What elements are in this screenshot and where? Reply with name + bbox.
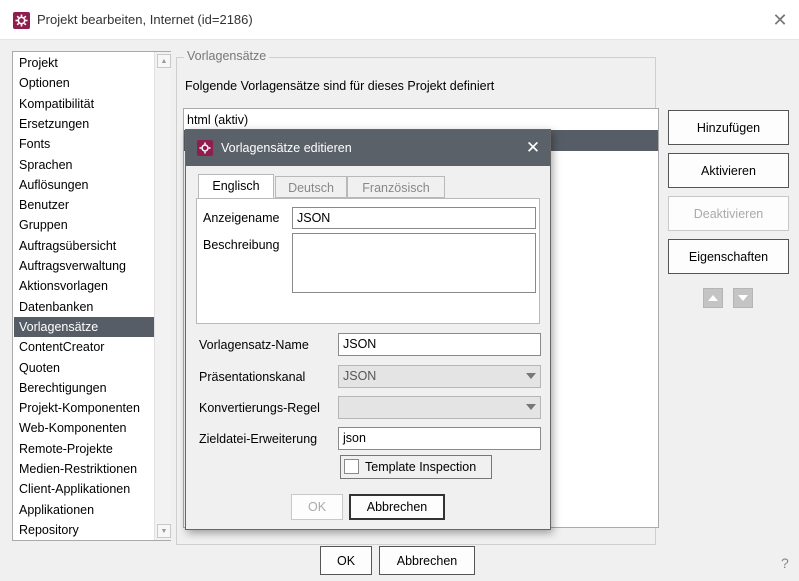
conversion-rule-select[interactable]: [338, 396, 541, 419]
nav-item[interactable]: Quoten: [14, 358, 154, 378]
window-close-icon[interactable]: ✕: [768, 8, 792, 32]
deactivate-button[interactable]: Deaktivieren: [668, 196, 789, 231]
chevron-down-icon: [526, 404, 536, 410]
template-inspection-checkbox[interactable]: [344, 459, 359, 474]
nav-item[interactable]: Gruppen: [14, 215, 154, 235]
nav-scrollbar[interactable]: ▲ ▼: [154, 52, 171, 540]
group-description: Folgende Vorlagensätze sind für dieses P…: [185, 79, 495, 93]
nav-item[interactable]: Applikationen: [14, 500, 154, 520]
tab-franzoesisch[interactable]: Französisch: [347, 176, 445, 198]
conversion-rule-label: Konvertierungs-Regel: [199, 401, 320, 415]
nav-item[interactable]: Kompatibilität: [14, 94, 154, 114]
nav-item[interactable]: Datenbanken: [14, 297, 154, 317]
channel-select[interactable]: JSON: [338, 365, 541, 388]
dialog-title: Vorlagensätze editieren: [221, 141, 352, 155]
move-down-icon[interactable]: [733, 288, 753, 308]
dialog-ok-button[interactable]: OK: [291, 494, 343, 520]
nav-item[interactable]: Client-Applikationen: [14, 479, 154, 499]
window-title: Projekt bearbeiten, Internet (id=2186): [37, 12, 253, 27]
nav-item[interactable]: Repository: [14, 520, 154, 540]
nav-item[interactable]: Vorlagensätze: [14, 316, 154, 337]
template-set-row[interactable]: html (aktiv): [184, 110, 658, 131]
description-textarea[interactable]: [292, 233, 536, 293]
scroll-down-icon[interactable]: ▼: [157, 524, 171, 538]
nav-item[interactable]: Remote-Projekte: [14, 439, 154, 459]
app-gear-icon: [13, 12, 30, 29]
nav-item[interactable]: Auftragsverwaltung: [14, 256, 154, 276]
nav-item[interactable]: Projekt: [14, 53, 154, 73]
add-button[interactable]: Hinzufügen: [668, 110, 789, 145]
dialog-close-icon[interactable]: ✕: [522, 137, 544, 159]
tab-englisch[interactable]: Englisch: [198, 174, 274, 199]
nav-item[interactable]: Web-Komponenten: [14, 418, 154, 438]
scroll-up-icon[interactable]: ▲: [157, 54, 171, 68]
help-icon[interactable]: ?: [781, 555, 789, 571]
settings-nav-list: ▲ ▼ Projekt Optionen Kompatibilität Ersetzu…: [12, 51, 171, 541]
nav-item[interactable]: Optionen: [14, 73, 154, 93]
ok-button[interactable]: OK: [320, 546, 372, 575]
description-label: Beschreibung: [203, 238, 280, 252]
nav-item[interactable]: Medien-Restriktionen: [14, 459, 154, 479]
move-up-icon[interactable]: [703, 288, 723, 308]
display-name-input[interactable]: JSON: [292, 207, 536, 229]
nav-item[interactable]: Ersetzungen: [14, 114, 154, 134]
nav-item[interactable]: ContentCreator: [14, 337, 154, 357]
file-extension-label: Zieldatei-Erweiterung: [199, 432, 318, 446]
template-name-label: Vorlagensatz-Name: [199, 338, 309, 352]
channel-label: Präsentationskanal: [199, 370, 306, 384]
nav-item[interactable]: Berechtigungen: [14, 378, 154, 398]
nav-item[interactable]: Projekt-Komponenten: [14, 398, 154, 418]
channel-value: JSON: [343, 369, 377, 383]
nav-item[interactable]: Fonts: [14, 134, 154, 154]
dialog-cancel-button[interactable]: Abbrechen: [349, 494, 445, 520]
nav-item[interactable]: Auflösungen: [14, 175, 154, 195]
tab-deutsch[interactable]: Deutsch: [275, 176, 347, 198]
template-inspection-option[interactable]: Template Inspection: [340, 455, 492, 479]
edit-template-set-dialog: Vorlagensätze editieren ✕ Englisch Deuts…: [185, 129, 551, 530]
chevron-down-icon: [526, 373, 536, 379]
file-extension-input[interactable]: json: [338, 427, 541, 450]
dialog-gear-icon: [197, 140, 213, 156]
nav-item[interactable]: Sprachen: [14, 155, 154, 175]
display-name-label: Anzeigename: [203, 211, 280, 225]
properties-button[interactable]: Eigenschaften: [668, 239, 789, 274]
cancel-button[interactable]: Abbrechen: [379, 546, 475, 575]
activate-button[interactable]: Aktivieren: [668, 153, 789, 188]
nav-item[interactable]: Benutzer: [14, 195, 154, 215]
nav-item[interactable]: Aktionsvorlagen: [14, 276, 154, 296]
group-label: Vorlagensätze: [184, 49, 270, 63]
template-name-input[interactable]: JSON: [338, 333, 541, 356]
nav-item[interactable]: Auftragsübersicht: [14, 236, 154, 256]
template-inspection-label: Template Inspection: [365, 460, 477, 474]
